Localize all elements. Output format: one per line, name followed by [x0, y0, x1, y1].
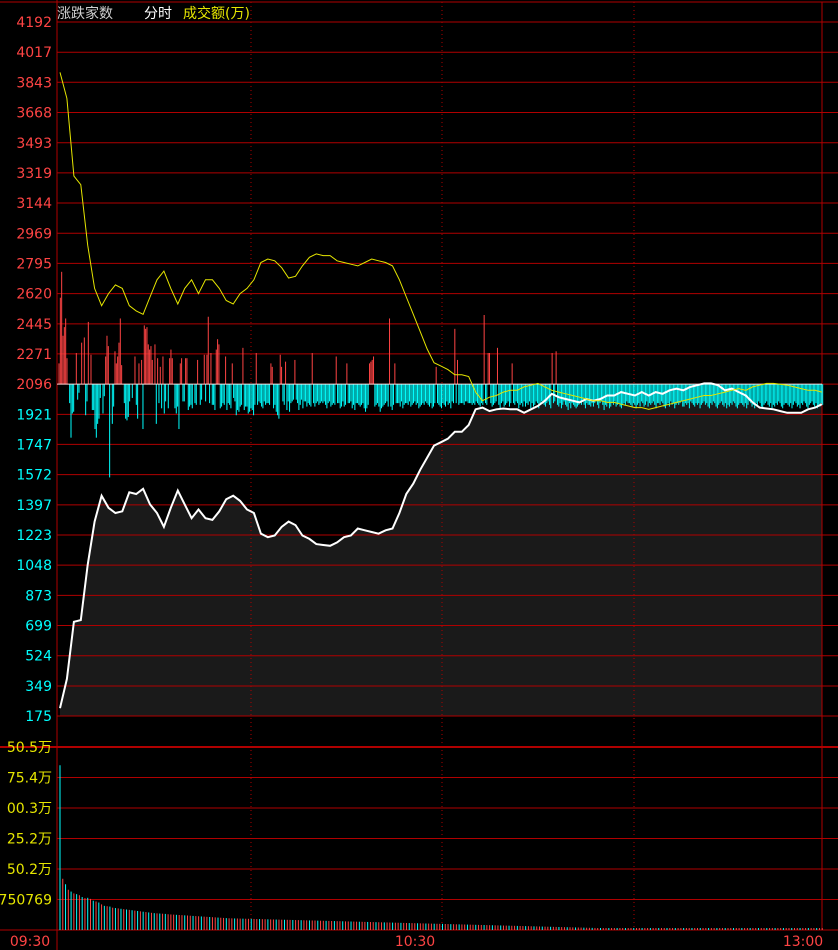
- x-tick-label: 13:00: [783, 934, 823, 950]
- y-tick-label: 3493: [16, 136, 52, 152]
- y-tick-label: 1048: [16, 558, 52, 574]
- y-tick-label: 873: [25, 588, 52, 604]
- vol-tick-label: 25.2万: [7, 832, 52, 848]
- y-tick-label: 3144: [16, 196, 52, 212]
- y-tick-label: 4017: [16, 45, 52, 61]
- vol-tick-label: 00.3万: [7, 801, 52, 817]
- yellow-series-line: [59, 72, 823, 410]
- vol-tick-label: 750769: [0, 893, 52, 909]
- market-breadth-chart: 4192 4017 3843 3668 3493 3319 3144 2969 2795 2620…: [0, 0, 838, 950]
- y-tick-label: 524: [25, 649, 52, 665]
- y-tick-label: 349: [25, 679, 52, 695]
- y-tick-label: 2795: [16, 256, 52, 272]
- y-tick-label: 3668: [16, 106, 52, 122]
- y-tick-label: 1397: [16, 498, 52, 514]
- y-tick-label: 699: [25, 618, 52, 634]
- x-tick-label: 09:30: [10, 934, 50, 950]
- y-tick-label: 1572: [16, 468, 52, 484]
- vol-tick-label: 50.5万: [7, 740, 52, 756]
- vol-tick-label: 50.2万: [7, 862, 52, 878]
- y-tick-label: 4192: [16, 15, 52, 31]
- y-tick-label: 2271: [16, 347, 52, 363]
- y-tick-label: 3319: [16, 166, 52, 182]
- y-tick-label: 2096: [16, 377, 52, 393]
- y-tick-label: 175: [25, 709, 52, 725]
- y-tick-label: 2620: [16, 287, 52, 303]
- y-tick-label: 2445: [16, 317, 52, 333]
- white-series-area: [60, 383, 822, 716]
- y-tick-label: 1921: [16, 407, 52, 423]
- y-tick-label: 3843: [16, 75, 52, 91]
- y-tick-label: 2969: [16, 226, 52, 242]
- y-tick-label: 1747: [16, 437, 52, 453]
- x-tick-label: 10:30: [395, 934, 435, 950]
- y-tick-label: 1223: [16, 528, 52, 544]
- vol-tick-label: 75.4万: [7, 771, 52, 787]
